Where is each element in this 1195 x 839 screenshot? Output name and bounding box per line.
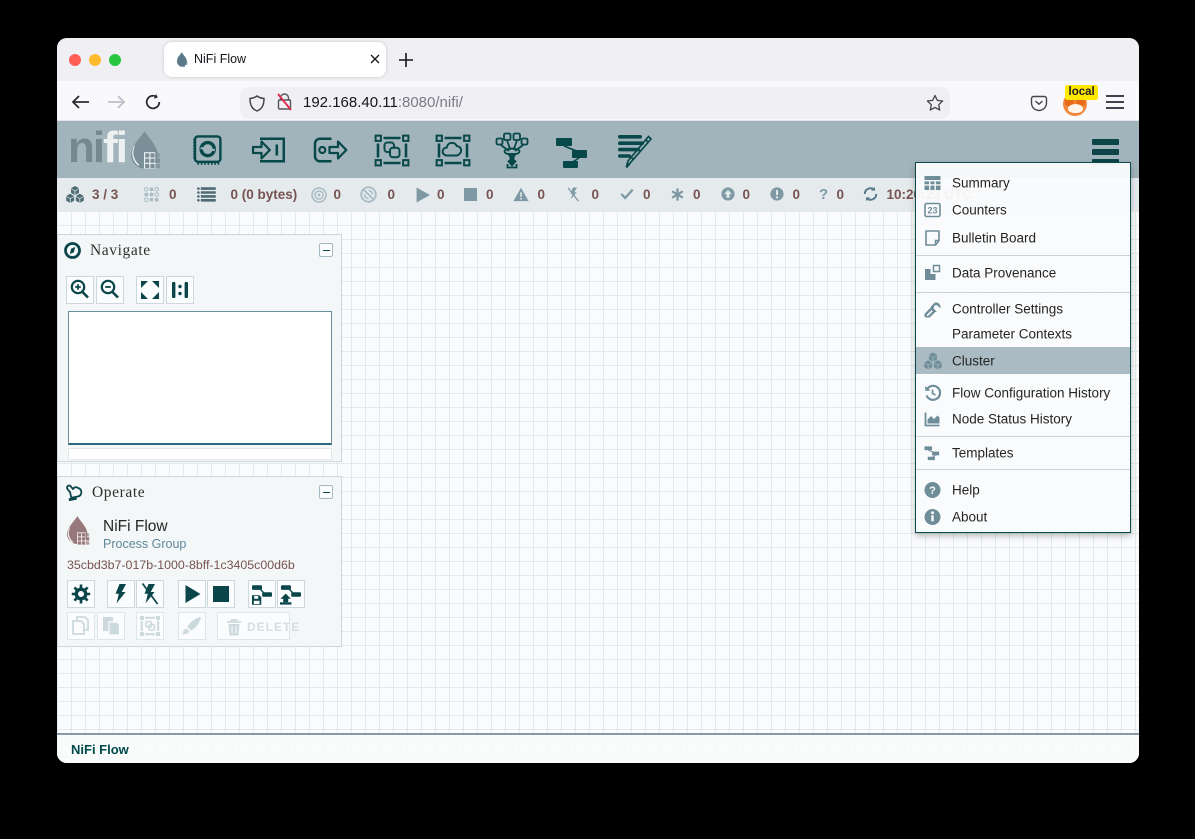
svg-text:?: ? — [929, 485, 936, 497]
svg-text:23: 23 — [927, 206, 937, 216]
